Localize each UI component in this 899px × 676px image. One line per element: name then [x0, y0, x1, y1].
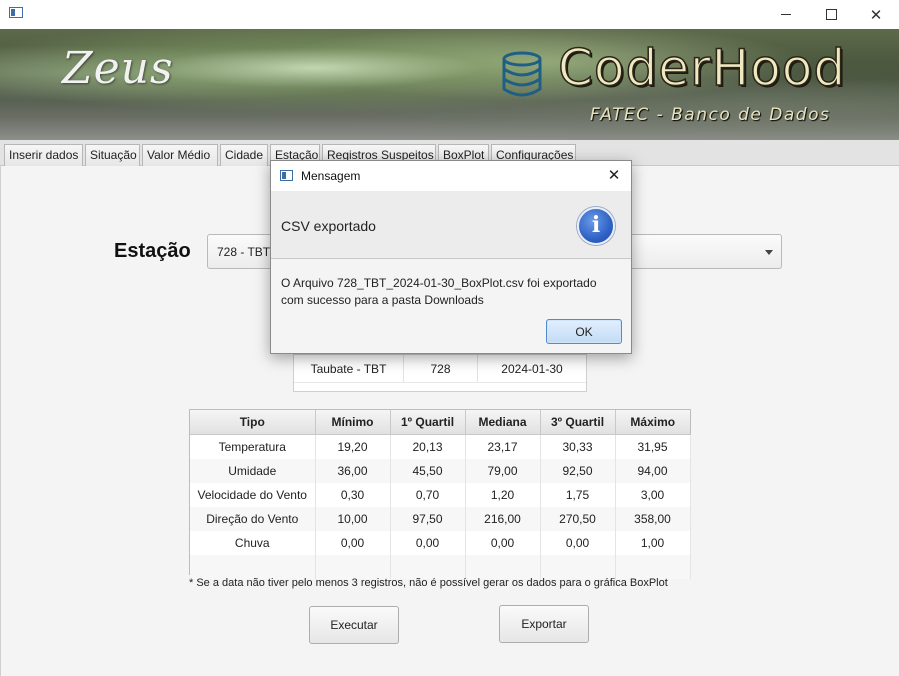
tab-situacao[interactable]: Situação — [85, 144, 140, 166]
dialog-titlebar[interactable]: Mensagem ✕ — [271, 161, 631, 191]
coderhood-logo-text: CoderHood — [557, 38, 847, 98]
boxplot-note: * Se a data não tiver pelo menos 3 regis… — [189, 577, 668, 589]
table-row[interactable]: Velocidade do Vento 0,30 0,70 1,20 1,75 … — [190, 483, 691, 507]
table-cell: Direção do Vento — [190, 507, 316, 531]
station-info-table: Taubate - TBT 728 2024-01-30 — [293, 354, 587, 392]
table-cell: 94,00 — [615, 459, 691, 483]
table-cell: 216,00 — [465, 507, 541, 531]
banner-subtitle: FATEC - Banco de Dados — [590, 105, 831, 125]
dialog-title: Mensagem — [301, 169, 361, 183]
close-icon: ✕ — [869, 5, 883, 24]
table-cell: 30,33 — [540, 434, 616, 459]
minimize-icon — [781, 14, 791, 15]
close-icon: ✕ — [607, 166, 621, 184]
dialog-message: O Arquivo 728_TBT_2024-01-30_BoxPlot.csv… — [281, 276, 597, 307]
maximize-icon — [825, 9, 837, 20]
tab-cidade[interactable]: Cidade — [220, 144, 268, 166]
table-cell: Chuva — [190, 531, 316, 555]
dialog-close-button[interactable]: ✕ — [597, 161, 631, 191]
dialog-header: CSV exportado i — [271, 191, 631, 259]
column-header[interactable]: Tipo — [190, 410, 316, 435]
table-cell: 20,13 — [390, 434, 466, 459]
column-header[interactable]: Máximo — [615, 410, 690, 435]
column-header[interactable]: 3º Quartil — [540, 410, 616, 435]
column-header[interactable]: Mediana — [465, 410, 541, 435]
app-window-icon — [9, 7, 23, 18]
table-cell: 358,00 — [615, 507, 691, 531]
empty-row — [294, 382, 586, 393]
left-border — [0, 166, 1, 676]
table-cell: 270,50 — [540, 507, 616, 531]
table-row[interactable]: Temperatura 19,20 20,13 23,17 30,33 31,9… — [190, 434, 691, 459]
empty-table-row — [190, 555, 691, 579]
table-row[interactable]: Direção do Vento 10,00 97,50 216,00 270,… — [190, 507, 691, 531]
table-cell: 45,50 — [390, 459, 466, 483]
table-cell: 36,00 — [315, 459, 391, 483]
table-header-row: Tipo Mínimo 1º Quartil Mediana 3º Quarti… — [190, 410, 690, 435]
table-cell: 0,00 — [540, 531, 616, 555]
table-cell: 1,20 — [465, 483, 541, 507]
table-cell: 0,00 — [465, 531, 541, 555]
boxplot-stats-table: Tipo Mínimo 1º Quartil Mediana 3º Quarti… — [189, 409, 691, 579]
close-window-button[interactable]: ✕ — [853, 0, 899, 29]
table-cell: 97,50 — [390, 507, 466, 531]
table-cell: Temperatura — [190, 434, 316, 459]
station-date-cell: 2024-01-30 — [501, 362, 563, 376]
ok-button[interactable]: OK — [546, 319, 622, 344]
database-icon — [502, 51, 542, 97]
info-icon: i — [577, 207, 615, 245]
table-cell: 79,00 — [465, 459, 541, 483]
dialog-window-icon — [280, 170, 293, 181]
estacao-select-value: 728 - TBT — [217, 245, 271, 259]
table-row[interactable]: Umidade 36,00 45,50 79,00 92,50 94,00 — [190, 459, 691, 483]
column-header[interactable]: Mínimo — [315, 410, 391, 435]
chevron-down-icon — [765, 250, 773, 255]
table-cell: Umidade — [190, 459, 316, 483]
minimize-button[interactable] — [763, 0, 809, 29]
table-cell: 3,00 — [615, 483, 691, 507]
table-cell: 1,75 — [540, 483, 616, 507]
maximize-button[interactable] — [808, 0, 854, 29]
table-row[interactable]: Chuva 0,00 0,00 0,00 0,00 1,00 — [190, 531, 691, 555]
exportar-button[interactable]: Exportar — [499, 605, 589, 643]
zeus-logo-text: Zeus — [62, 43, 174, 94]
message-dialog: Mensagem ✕ CSV exportado i O Arquivo 728… — [270, 160, 632, 354]
table-cell: 0,70 — [390, 483, 466, 507]
table-cell: 0,30 — [315, 483, 391, 507]
window-titlebar: ✕ — [0, 0, 899, 29]
table-cell: 0,00 — [390, 531, 466, 555]
table-cell: 10,00 — [315, 507, 391, 531]
dialog-header-text: CSV exportado — [281, 218, 376, 234]
station-name-cell: Taubate - TBT — [294, 355, 404, 382]
table-cell: 1,00 — [615, 531, 691, 555]
table-cell: 19,20 — [315, 434, 391, 459]
table-cell: 0,00 — [315, 531, 391, 555]
tab-valor-medio[interactable]: Valor Médio — [142, 144, 218, 166]
column-header[interactable]: 1º Quartil — [390, 410, 466, 435]
tab-inserir-dados[interactable]: Inserir dados — [4, 144, 83, 166]
app-banner: Zeus CoderHood FATEC - Banco de Dados — [0, 29, 899, 140]
table-cell: Velocidade do Vento — [190, 483, 316, 507]
station-code-cell: 728 — [404, 355, 478, 382]
table-cell: 23,17 — [465, 434, 541, 459]
estacao-label: Estação — [114, 240, 191, 262]
table-cell: 31,95 — [615, 434, 691, 459]
table-cell: 92,50 — [540, 459, 616, 483]
executar-button[interactable]: Executar — [309, 606, 399, 644]
